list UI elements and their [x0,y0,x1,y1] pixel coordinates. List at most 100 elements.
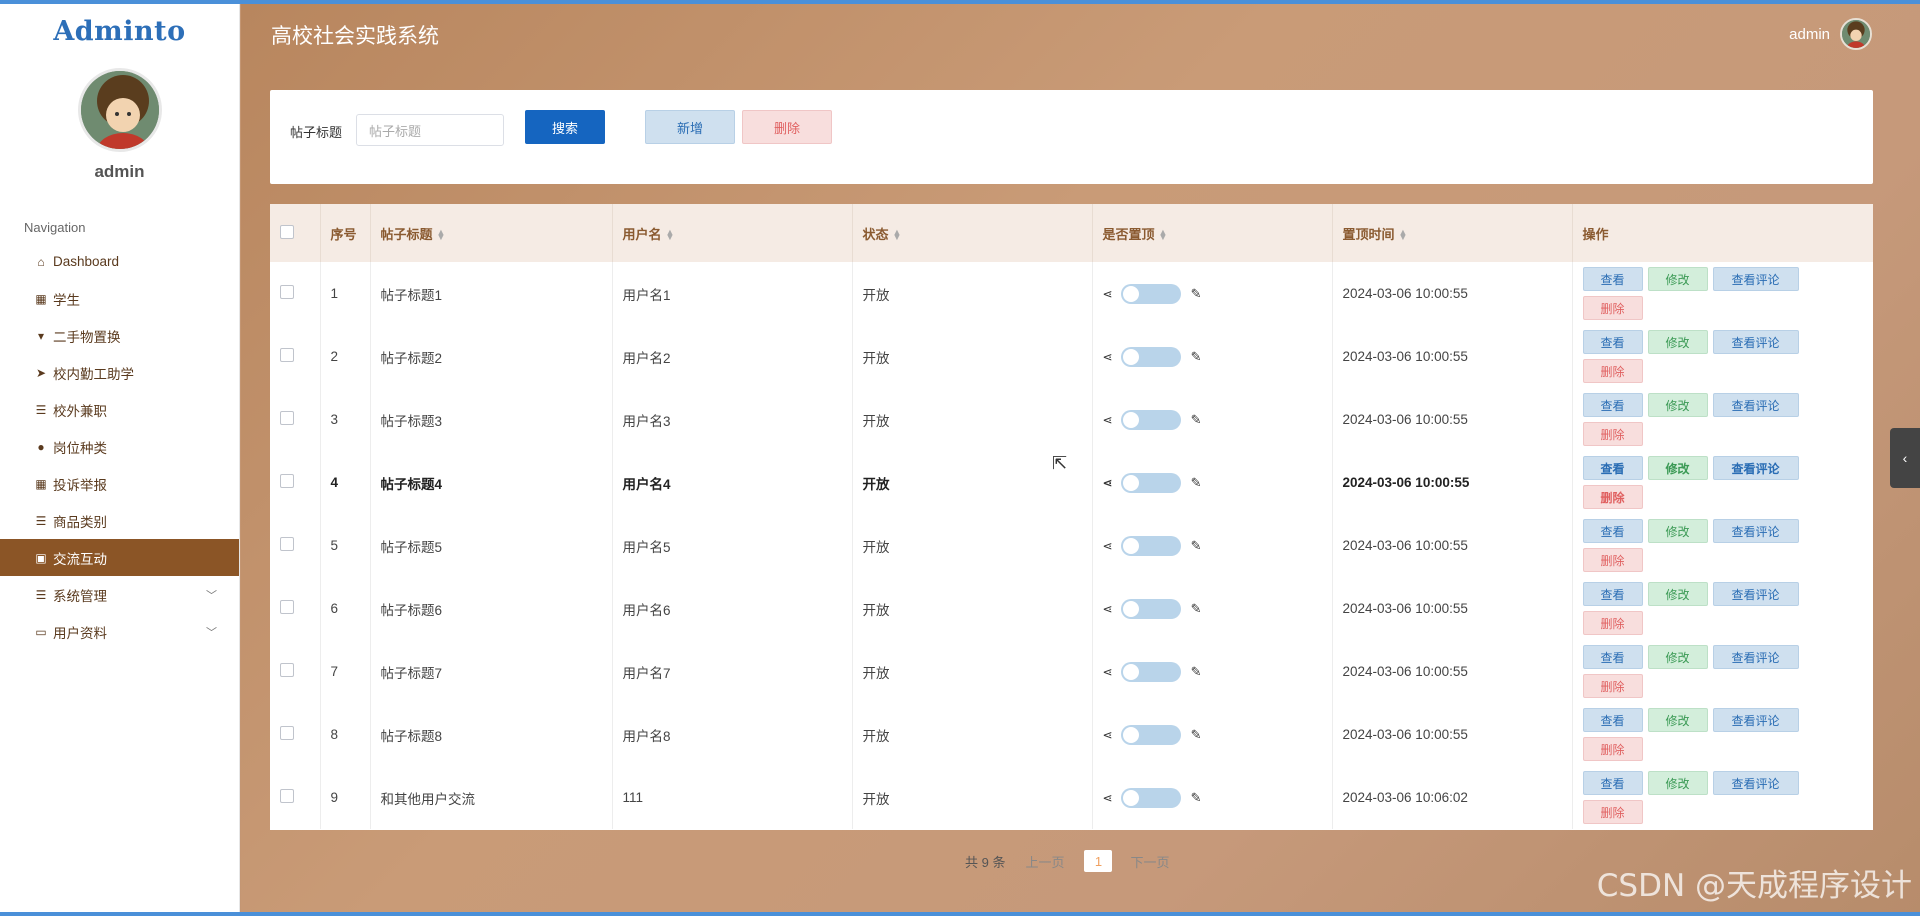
delete-button[interactable]: 删除 [1582,359,1643,383]
sidebar-item-product-category[interactable]: ☰ 商品类别 [0,502,239,539]
view-comments-button[interactable]: 查看评论 [1712,771,1799,795]
view-button[interactable]: 查看 [1582,771,1643,795]
pin-toggle[interactable] [1120,472,1181,493]
view-button[interactable]: 查看 [1582,708,1643,732]
share-icon[interactable]: ⋖ [1103,728,1113,742]
view-comments-button[interactable]: 查看评论 [1712,582,1799,606]
add-button[interactable]: 新增 [645,110,735,144]
view-comments-button[interactable]: 查看评论 [1712,330,1799,354]
delete-button[interactable]: 删除 [1582,422,1643,446]
sidebar-item-work-study[interactable]: ➤ 校内勤工助学 [0,354,239,391]
pin-toggle[interactable] [1120,724,1181,745]
view-button[interactable]: 查看 [1582,645,1643,669]
search-input[interactable]: 帖子标题 [356,114,504,146]
sidebar-item-system[interactable]: ☰ 系统管理 ﹀ [0,576,239,613]
app-logo[interactable]: Adminto [0,0,239,56]
share-icon[interactable]: ⋖ [1103,539,1113,553]
column-header-pinned[interactable]: 是否置顶 ▲ ▼ [1092,204,1333,262]
sidebar-item-job-types[interactable]: ● 岗位种类 [0,428,239,465]
view-comments-button[interactable]: 查看评论 [1712,393,1799,417]
edit-button[interactable]: 修改 [1647,519,1708,543]
sidebar-item-complaints[interactable]: ▦ 投诉举报 [0,465,239,502]
edit-pencil-icon[interactable]: ✎ [1191,664,1202,680]
edit-pencil-icon[interactable]: ✎ [1191,349,1202,365]
sidebar-item-secondhand[interactable]: ▾ 二手物置换 [0,317,239,354]
row-checkbox[interactable] [280,474,294,488]
edit-pencil-icon[interactable]: ✎ [1191,601,1202,617]
row-checkbox[interactable] [280,537,294,551]
sidebar-item-profile[interactable]: ▭ 用户资料 ﹀ [0,613,239,650]
delete-button[interactable]: 删除 [1582,674,1643,698]
bulk-delete-button[interactable]: 删除 [742,110,832,144]
view-button[interactable]: 查看 [1582,393,1643,417]
delete-button[interactable]: 删除 [1582,296,1643,320]
row-checkbox[interactable] [280,663,294,677]
view-comments-button[interactable]: 查看评论 [1712,645,1799,669]
delete-button[interactable]: 删除 [1582,548,1643,572]
share-icon[interactable]: ⋖ [1103,350,1113,364]
view-button[interactable]: 查看 [1582,330,1643,354]
delete-button[interactable]: 删除 [1582,485,1643,509]
edit-button[interactable]: 修改 [1647,456,1708,480]
sidebar-item-interaction[interactable]: ▣ 交流互动 [0,539,239,576]
search-button[interactable]: 搜索 [525,110,605,144]
pin-toggle[interactable] [1120,598,1181,619]
edit-button[interactable]: 修改 [1647,708,1708,732]
avatar[interactable] [1840,18,1872,50]
select-all-checkbox[interactable] [280,224,294,239]
share-icon[interactable]: ⋖ [1103,476,1113,490]
edit-pencil-icon[interactable]: ✎ [1191,475,1202,491]
sort-icon[interactable]: ▲ ▼ [1399,228,1408,242]
pin-toggle[interactable] [1120,346,1181,367]
next-page-button[interactable]: 下一页 [1130,852,1169,871]
share-icon[interactable]: ⋖ [1103,413,1113,427]
current-page-button[interactable]: 1 [1084,850,1113,872]
side-drawer-toggle[interactable]: ‹ [1890,428,1920,488]
edit-pencil-icon[interactable]: ✎ [1191,538,1202,554]
column-header-user[interactable]: 用户名 ▲ ▼ [612,204,853,262]
sidebar-avatar[interactable] [77,68,162,152]
prev-page-button[interactable]: 上一页 [1025,852,1064,871]
edit-button[interactable]: 修改 [1647,393,1708,417]
row-checkbox[interactable] [280,600,294,614]
edit-button[interactable]: 修改 [1647,267,1708,291]
sort-icon[interactable]: ▲ ▼ [1159,228,1168,242]
view-comments-button[interactable]: 查看评论 [1712,519,1799,543]
edit-pencil-icon[interactable]: ✎ [1191,286,1202,302]
header-user-menu[interactable]: admin [1789,18,1872,50]
column-header-status[interactable]: 状态 ▲ ▼ [852,204,1093,262]
edit-button[interactable]: 修改 [1647,771,1708,795]
delete-button[interactable]: 删除 [1582,737,1643,761]
pin-toggle[interactable] [1120,661,1181,682]
share-icon[interactable]: ⋖ [1103,665,1113,679]
sidebar-item-students[interactable]: ▦ 学生 [0,280,239,317]
column-header-title[interactable]: 帖子标题 ▲ ▼ [370,204,613,262]
row-checkbox[interactable] [280,411,294,425]
sidebar-item-dashboard[interactable]: ⌂ Dashboard [0,243,239,280]
view-comments-button[interactable]: 查看评论 [1712,456,1799,480]
share-icon[interactable]: ⋖ [1103,287,1113,301]
delete-button[interactable]: 删除 [1582,611,1643,635]
view-button[interactable]: 查看 [1582,519,1643,543]
view-button[interactable]: 查看 [1582,267,1643,291]
edit-button[interactable]: 修改 [1647,582,1708,606]
pin-toggle[interactable] [1120,787,1181,808]
view-button[interactable]: 查看 [1582,582,1643,606]
sidebar-item-part-time[interactable]: ☰ 校外兼职 [0,391,239,428]
row-checkbox[interactable] [280,285,294,299]
row-checkbox[interactable] [280,348,294,362]
row-checkbox[interactable] [280,789,294,803]
pin-toggle[interactable] [1120,535,1181,556]
edit-pencil-icon[interactable]: ✎ [1191,727,1202,743]
edit-pencil-icon[interactable]: ✎ [1191,790,1202,806]
pin-toggle[interactable] [1120,409,1181,430]
share-icon[interactable]: ⋖ [1103,602,1113,616]
share-icon[interactable]: ⋖ [1103,791,1113,805]
row-checkbox[interactable] [280,726,294,740]
edit-pencil-icon[interactable]: ✎ [1191,412,1202,428]
sort-icon[interactable]: ▲ ▼ [893,228,902,242]
view-comments-button[interactable]: 查看评论 [1712,267,1799,291]
column-header-pin-time[interactable]: 置顶时间 ▲ ▼ [1332,204,1573,262]
sort-icon[interactable]: ▲ ▼ [437,228,446,242]
delete-button[interactable]: 删除 [1582,800,1643,824]
